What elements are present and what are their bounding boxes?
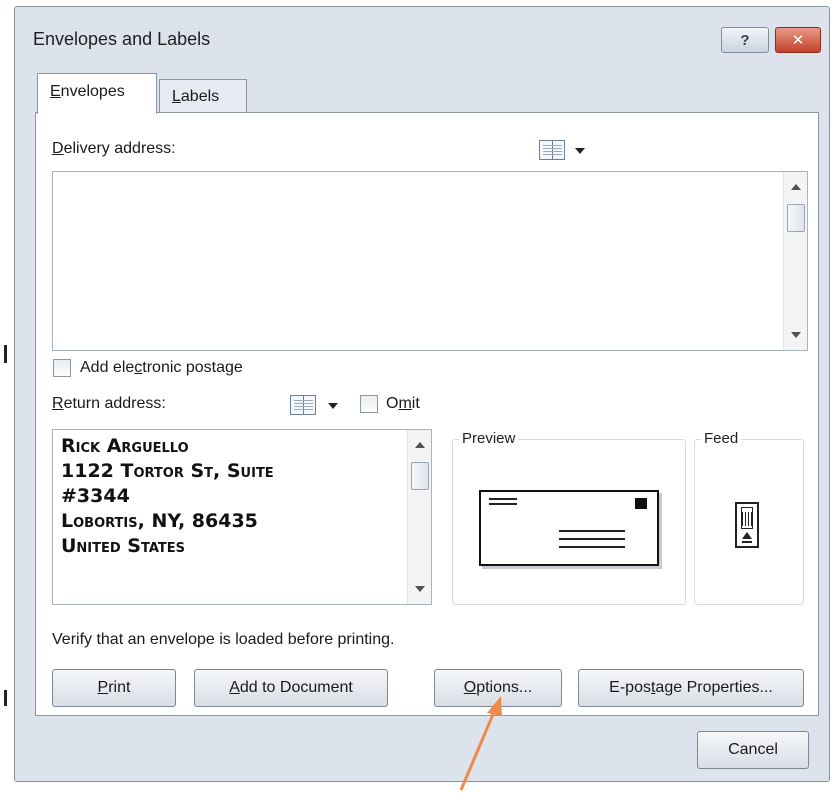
feed-group[interactable]: Feed (694, 430, 804, 605)
address-book-icon (539, 140, 565, 160)
add-to-document-button[interactable]: Add to Document (194, 669, 388, 707)
printer-feed-icon (735, 502, 759, 548)
delivery-address-input[interactable] (52, 171, 808, 351)
return-address-line: United States (61, 535, 186, 557)
help-button[interactable]: ? (721, 27, 769, 53)
print-label: rint (108, 679, 131, 696)
address-book-icon (290, 395, 316, 415)
delivery-address-book-button[interactable] (539, 138, 589, 162)
dialog-title: Envelopes and Labels (33, 29, 211, 49)
title-bar[interactable]: Envelopes and Labels ? ✕ (15, 7, 829, 65)
envelopes-panel: Delivery address: Add electronic postage… (35, 112, 819, 716)
omit-checkbox[interactable] (360, 395, 378, 413)
delivery-address-label: Delivery address: (52, 140, 176, 158)
options-accel: O (463, 679, 477, 696)
print-accel: P (97, 679, 109, 696)
chevron-down-icon (328, 403, 338, 409)
return-address-line: Rick Arguello (61, 435, 189, 457)
electronic-postage-label[interactable]: Add electronic postage (80, 359, 243, 377)
epostage-properties-button[interactable]: E-pos t age Properties... (578, 669, 804, 707)
return-address-label: Return address: (52, 395, 166, 413)
delivery-address-scrollbar[interactable] (783, 172, 807, 350)
return-address-text: eturn address: (63, 395, 166, 412)
preview-label: Preview (459, 430, 519, 447)
close-icon: ✕ (791, 32, 805, 49)
return-address-book-button[interactable] (290, 393, 342, 417)
return-address-input[interactable]: Rick Arguello 1122 Tortor St, Suite #334… (52, 429, 432, 605)
return-address-line: #3344 (61, 485, 130, 507)
scroll-thumb[interactable] (787, 204, 805, 232)
return-address-accel: R (52, 395, 64, 412)
scan-mark (4, 690, 7, 706)
tab-envelopes[interactable]: Envelopes (37, 73, 157, 114)
help-icon: ? (740, 31, 750, 49)
verify-envelope-note: Verify that an envelope is loaded before… (52, 631, 395, 648)
tab-labels-accel: L (172, 88, 181, 105)
electronic-postage-checkbox[interactable] (53, 359, 71, 377)
scroll-down-icon[interactable] (415, 586, 425, 592)
options-button[interactable]: Options... (434, 669, 562, 707)
chevron-down-icon (575, 148, 585, 154)
tab-envelopes-accel: E (50, 83, 61, 100)
close-button[interactable]: ✕ (775, 27, 821, 53)
return-address-line: Lobortis, NY, 86435 (61, 510, 258, 532)
scroll-up-icon[interactable] (791, 184, 801, 190)
add-to-document-label: dd to Document (239, 679, 353, 696)
scroll-thumb[interactable] (411, 462, 429, 490)
add-to-document-accel: A (229, 679, 240, 696)
preview-group[interactable]: Preview (452, 430, 686, 605)
delivery-address-accel: D (52, 140, 64, 157)
electronic-postage-text-b: tronic postage (142, 359, 243, 376)
envelope-preview-icon (479, 490, 659, 566)
cancel-button[interactable]: Cancel (697, 731, 809, 769)
delivery-address-text: elivery address: (63, 140, 176, 157)
scroll-up-icon[interactable] (415, 442, 425, 448)
return-address-line: 1122 Tortor St, Suite (61, 460, 274, 482)
omit-accel: m (398, 395, 412, 412)
return-address-scrollbar[interactable] (407, 430, 431, 604)
omit-text-a: O (386, 395, 399, 412)
cancel-label: Cancel (728, 741, 778, 758)
omit-text-b: it (411, 395, 420, 412)
epostage-text-b: age Properties... (655, 679, 773, 696)
scan-mark (4, 345, 7, 363)
tab-envelopes-label: nvelopes (60, 83, 125, 100)
scroll-down-icon[interactable] (791, 332, 801, 338)
return-address-value: Rick Arguello 1122 Tortor St, Suite #334… (61, 434, 274, 559)
feed-label: Feed (701, 430, 742, 447)
options-label: ptions... (476, 679, 533, 696)
print-button[interactable]: Print (52, 669, 176, 707)
tab-labels[interactable]: Labels (159, 79, 247, 113)
envelopes-and-labels-dialog: Envelopes and Labels ? ✕ Envelopes Label… (14, 6, 830, 782)
epostage-text-a: E-pos (609, 679, 651, 696)
omit-label[interactable]: Omit (386, 395, 420, 413)
tab-labels-label: abels (180, 88, 220, 105)
electronic-postage-text-a: Add ele (80, 359, 135, 376)
